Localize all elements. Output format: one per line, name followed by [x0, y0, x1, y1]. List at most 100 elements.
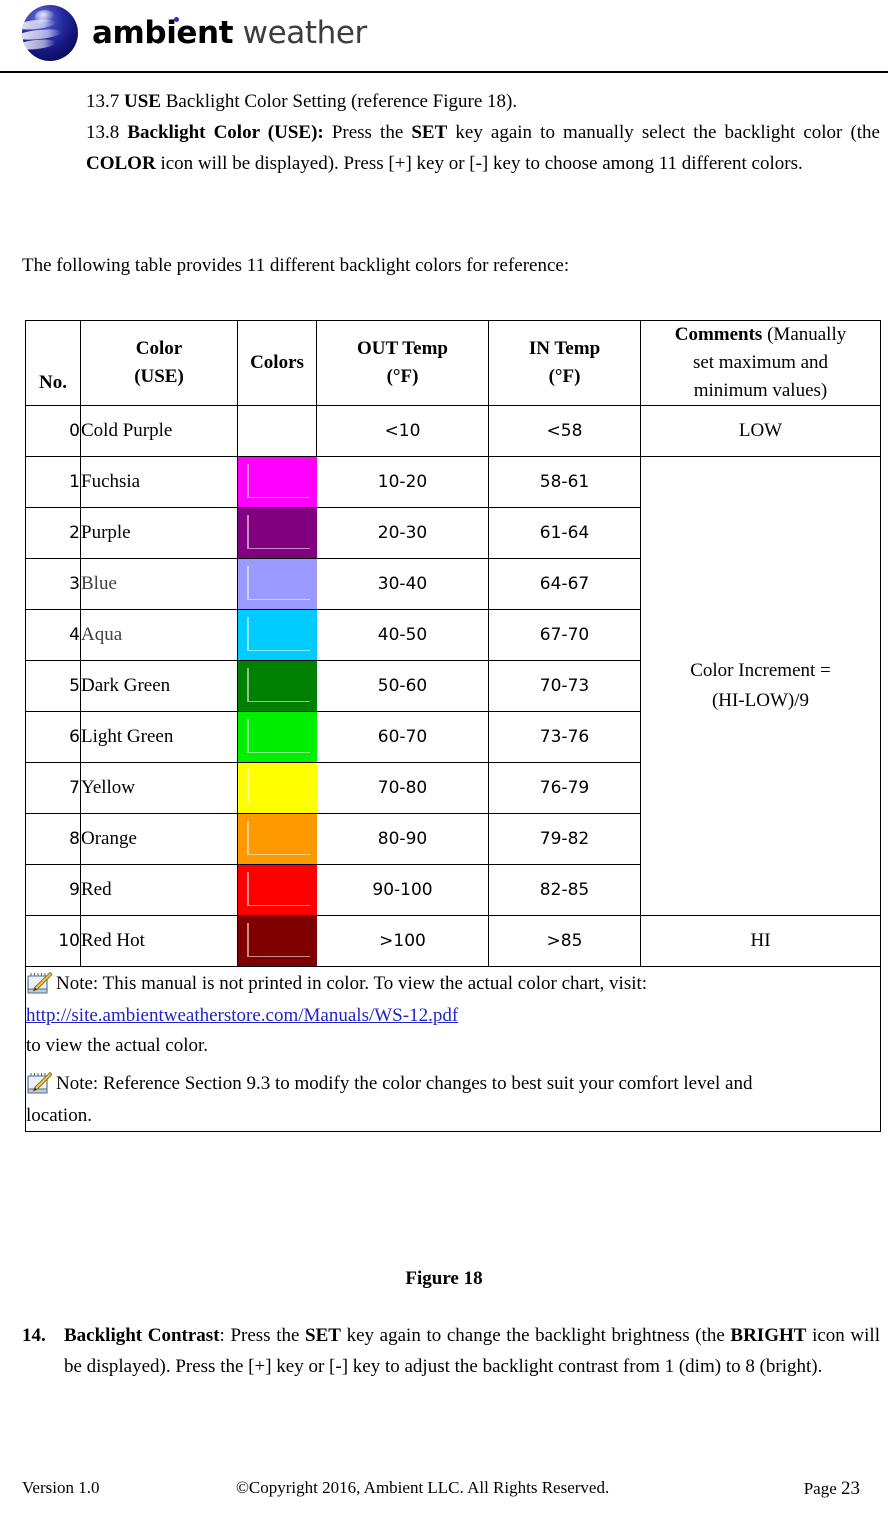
paragraph-14-number: 14.	[22, 1325, 46, 1346]
cell-color-name: Purple	[80, 507, 238, 559]
swatch-inner-line-bottom	[247, 598, 310, 600]
color-swatch	[238, 763, 317, 813]
set-key-label-2: SET	[305, 1325, 341, 1346]
bright-icon-label: BRIGHT	[730, 1325, 807, 1346]
cell-color-swatch	[237, 609, 317, 661]
cell-out-temp: 50-60	[316, 660, 489, 712]
note-1-link-line: http://site.ambientweatherstore.com/Manu…	[26, 1001, 880, 1031]
cell-out-temp: 90-100	[316, 864, 489, 916]
header-comments-rest1: (Manually	[767, 324, 847, 345]
color-swatch	[238, 712, 317, 762]
table-notes-row: Note: This manual is not printed in colo…	[25, 966, 881, 1132]
cell-out-temp: 70-80	[316, 762, 489, 814]
cell-color-swatch	[237, 813, 317, 865]
swatch-inner-line-bottom	[247, 904, 310, 906]
paragraph-13-8-text-2: key again to manually select the backlig…	[447, 122, 880, 143]
cell-no: 0	[25, 405, 81, 457]
cell-color-name: Cold Purple	[80, 405, 238, 457]
swatch-inner-line-left	[247, 515, 249, 548]
cell-color-swatch	[237, 507, 317, 559]
cell-out-temp: 30-40	[316, 558, 489, 610]
cell-no: 1	[25, 456, 81, 508]
cell-no: 6	[25, 711, 81, 763]
header-comments-line3: minimum values)	[693, 380, 828, 401]
paragraph-13-7-text: Backlight Color Setting (reference Figur…	[160, 91, 518, 112]
paragraph-13-7-bold: USE	[124, 91, 161, 112]
footer-version: Version 1.0	[22, 1478, 100, 1497]
cell-comment-low: LOW	[640, 405, 881, 457]
header-out-line1: OUT Temp	[357, 338, 448, 359]
page-footer: Version 1.0 ©Copyright 2016, Ambient LLC…	[0, 1478, 888, 1508]
paragraph-13-8-number: 13.8	[86, 122, 120, 143]
header-comments-line1: Comments (Manually	[641, 321, 880, 349]
paragraph-14-text-1: : Press the	[219, 1325, 306, 1346]
note-1: Note: This manual is not printed in colo…	[26, 967, 880, 1001]
manual-pdf-link[interactable]: http://site.ambientweatherstore.com/Manu…	[26, 1001, 458, 1031]
cell-color-swatch	[237, 864, 317, 916]
cell-no: 2	[25, 507, 81, 559]
cell-out-temp: >100	[316, 915, 489, 967]
table-header-row: No. Color (USE) Colors OUT Temp (°F) IN …	[25, 320, 881, 406]
cell-out-temp: 80-90	[316, 813, 489, 865]
color-swatch	[238, 559, 317, 609]
paragraph-14-body: Backlight Contrast: Press the SET key ag…	[64, 1320, 880, 1382]
header-no: No.	[25, 320, 81, 406]
header-comments-line2: set maximum and	[692, 352, 829, 373]
swatch-inner-line-bottom	[247, 547, 310, 549]
footer-page: Page 23	[804, 1478, 860, 1500]
cell-in-temp: >85	[488, 915, 641, 967]
cell-in-temp: 82-85	[488, 864, 641, 916]
backlight-color-table: No. Color (USE) Colors OUT Temp (°F) IN …	[25, 320, 881, 1132]
cell-color-swatch	[237, 558, 317, 610]
cell-out-temp: 20-30	[316, 507, 489, 559]
color-icon-label: COLOR	[86, 153, 156, 174]
swatch-inner-line-bottom	[247, 649, 310, 651]
header-comments-bold: Comments	[674, 324, 768, 345]
cell-in-temp: 64-67	[488, 558, 641, 610]
cell-color-swatch	[237, 405, 317, 457]
cell-color-name: Dark Green	[80, 660, 238, 712]
paragraph-13-8: 13.8 Backlight Color (USE): Press the SE…	[0, 117, 888, 179]
cell-in-temp: 76-79	[488, 762, 641, 814]
page-header: ambient weather	[0, 0, 888, 72]
header-color-line1: Color	[135, 338, 183, 359]
swatch-inner-line-bottom	[247, 802, 310, 804]
header-color-line2: (USE)	[134, 366, 184, 387]
brand-name-bold: ambient	[92, 14, 234, 51]
cell-color-swatch	[237, 711, 317, 763]
swatch-inner-line-left	[247, 617, 249, 650]
cell-color-swatch	[237, 456, 317, 508]
figure-caption: Figure 18	[405, 1268, 483, 1289]
header-in-temp: IN Temp (°F)	[488, 320, 641, 406]
paragraph-13-7-number: 13.7	[86, 91, 120, 112]
note-pencil-icon-2	[26, 1071, 53, 1095]
cell-in-temp: <58	[488, 405, 641, 457]
swatch-inner-line-left	[247, 566, 249, 599]
swatch-inner-line-bottom	[247, 700, 310, 702]
swatch-inner-line-left	[247, 464, 249, 497]
cell-in-temp: 79-82	[488, 813, 641, 865]
cell-no: 7	[25, 762, 81, 814]
cell-color-swatch	[237, 915, 317, 967]
cell-color-name: Yellow	[80, 762, 238, 814]
note-2-text: Note: Reference Section 9.3 to modify th…	[56, 1073, 753, 1094]
header-out-temp: OUT Temp (°F)	[316, 320, 489, 406]
swatch-inner-line-left	[247, 719, 249, 752]
cell-color-name: Fuchsia	[80, 456, 238, 508]
cell-no: 9	[25, 864, 81, 916]
cell-no: 3	[25, 558, 81, 610]
cell-out-temp: <10	[316, 405, 489, 457]
sphere-arc-3	[22, 37, 57, 52]
increment-line1: Color Increment =	[690, 660, 831, 681]
table-row: 10 Red Hot >100 >85 HI	[25, 915, 881, 967]
cell-color-name: Red	[80, 864, 238, 916]
swatch-inner-line-left	[247, 872, 249, 905]
cell-no: 5	[25, 660, 81, 712]
cell-color-swatch	[237, 660, 317, 712]
color-swatch	[238, 457, 317, 507]
cell-out-temp: 40-50	[316, 609, 489, 661]
cell-color-name: Light Green	[80, 711, 238, 763]
swatch-inner-line-bottom	[247, 955, 310, 957]
footer-page-label: Page	[803, 1479, 841, 1498]
header-in-line1: IN Temp	[528, 338, 601, 359]
